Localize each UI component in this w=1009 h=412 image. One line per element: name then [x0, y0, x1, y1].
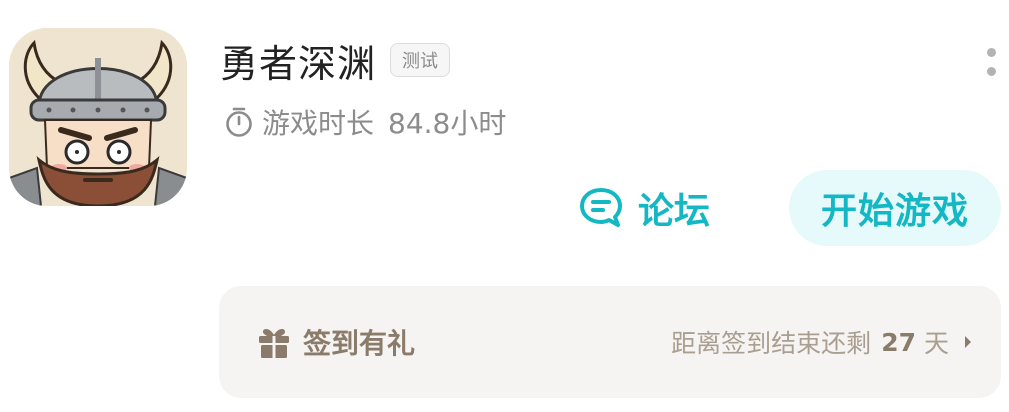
forum-button[interactable]: 论坛 — [578, 176, 710, 240]
checkin-banner[interactable]: 签到有礼 距离签到结束还剩 27 天 — [219, 286, 1001, 398]
playtime-label: 游戏时长 — [262, 107, 375, 140]
game-title: 勇者深渊 — [220, 41, 377, 86]
checkin-remaining-days: 27 — [881, 327, 916, 357]
playtime-row: 游戏时长 84.8小时 — [224, 100, 506, 144]
game-card: 勇者深渊 测试 游戏时长 84.8小时 论坛 开始游戏 签到有礼 距离签到结束还… — [0, 0, 1009, 412]
checkin-right: 距离签到结束还剩 27 天 — [671, 286, 973, 398]
more-dot — [986, 48, 996, 57]
checkin-left: 签到有礼 — [257, 286, 415, 398]
forum-label: 论坛 — [638, 191, 711, 232]
playtime-value: 84.8小时 — [388, 107, 507, 140]
more-vertical-icon[interactable] — [976, 42, 1006, 82]
more-dot — [986, 67, 996, 76]
checkin-title: 签到有礼 — [303, 327, 416, 360]
timer-icon — [224, 106, 254, 138]
checkin-remaining-unit: 天 — [923, 329, 949, 358]
chat-bubble-icon — [578, 186, 624, 230]
chevron-right-icon — [963, 334, 973, 350]
viking-warrior-app-icon[interactable] — [9, 28, 187, 206]
start-game-label: 开始游戏 — [820, 191, 969, 232]
checkin-remaining-prefix: 距离签到结束还剩 — [671, 329, 872, 358]
start-game-button[interactable]: 开始游戏 — [789, 170, 1001, 246]
title-row: 勇者深渊 测试 — [220, 34, 451, 86]
gift-icon — [257, 325, 291, 359]
test-badge: 测试 — [390, 43, 451, 77]
